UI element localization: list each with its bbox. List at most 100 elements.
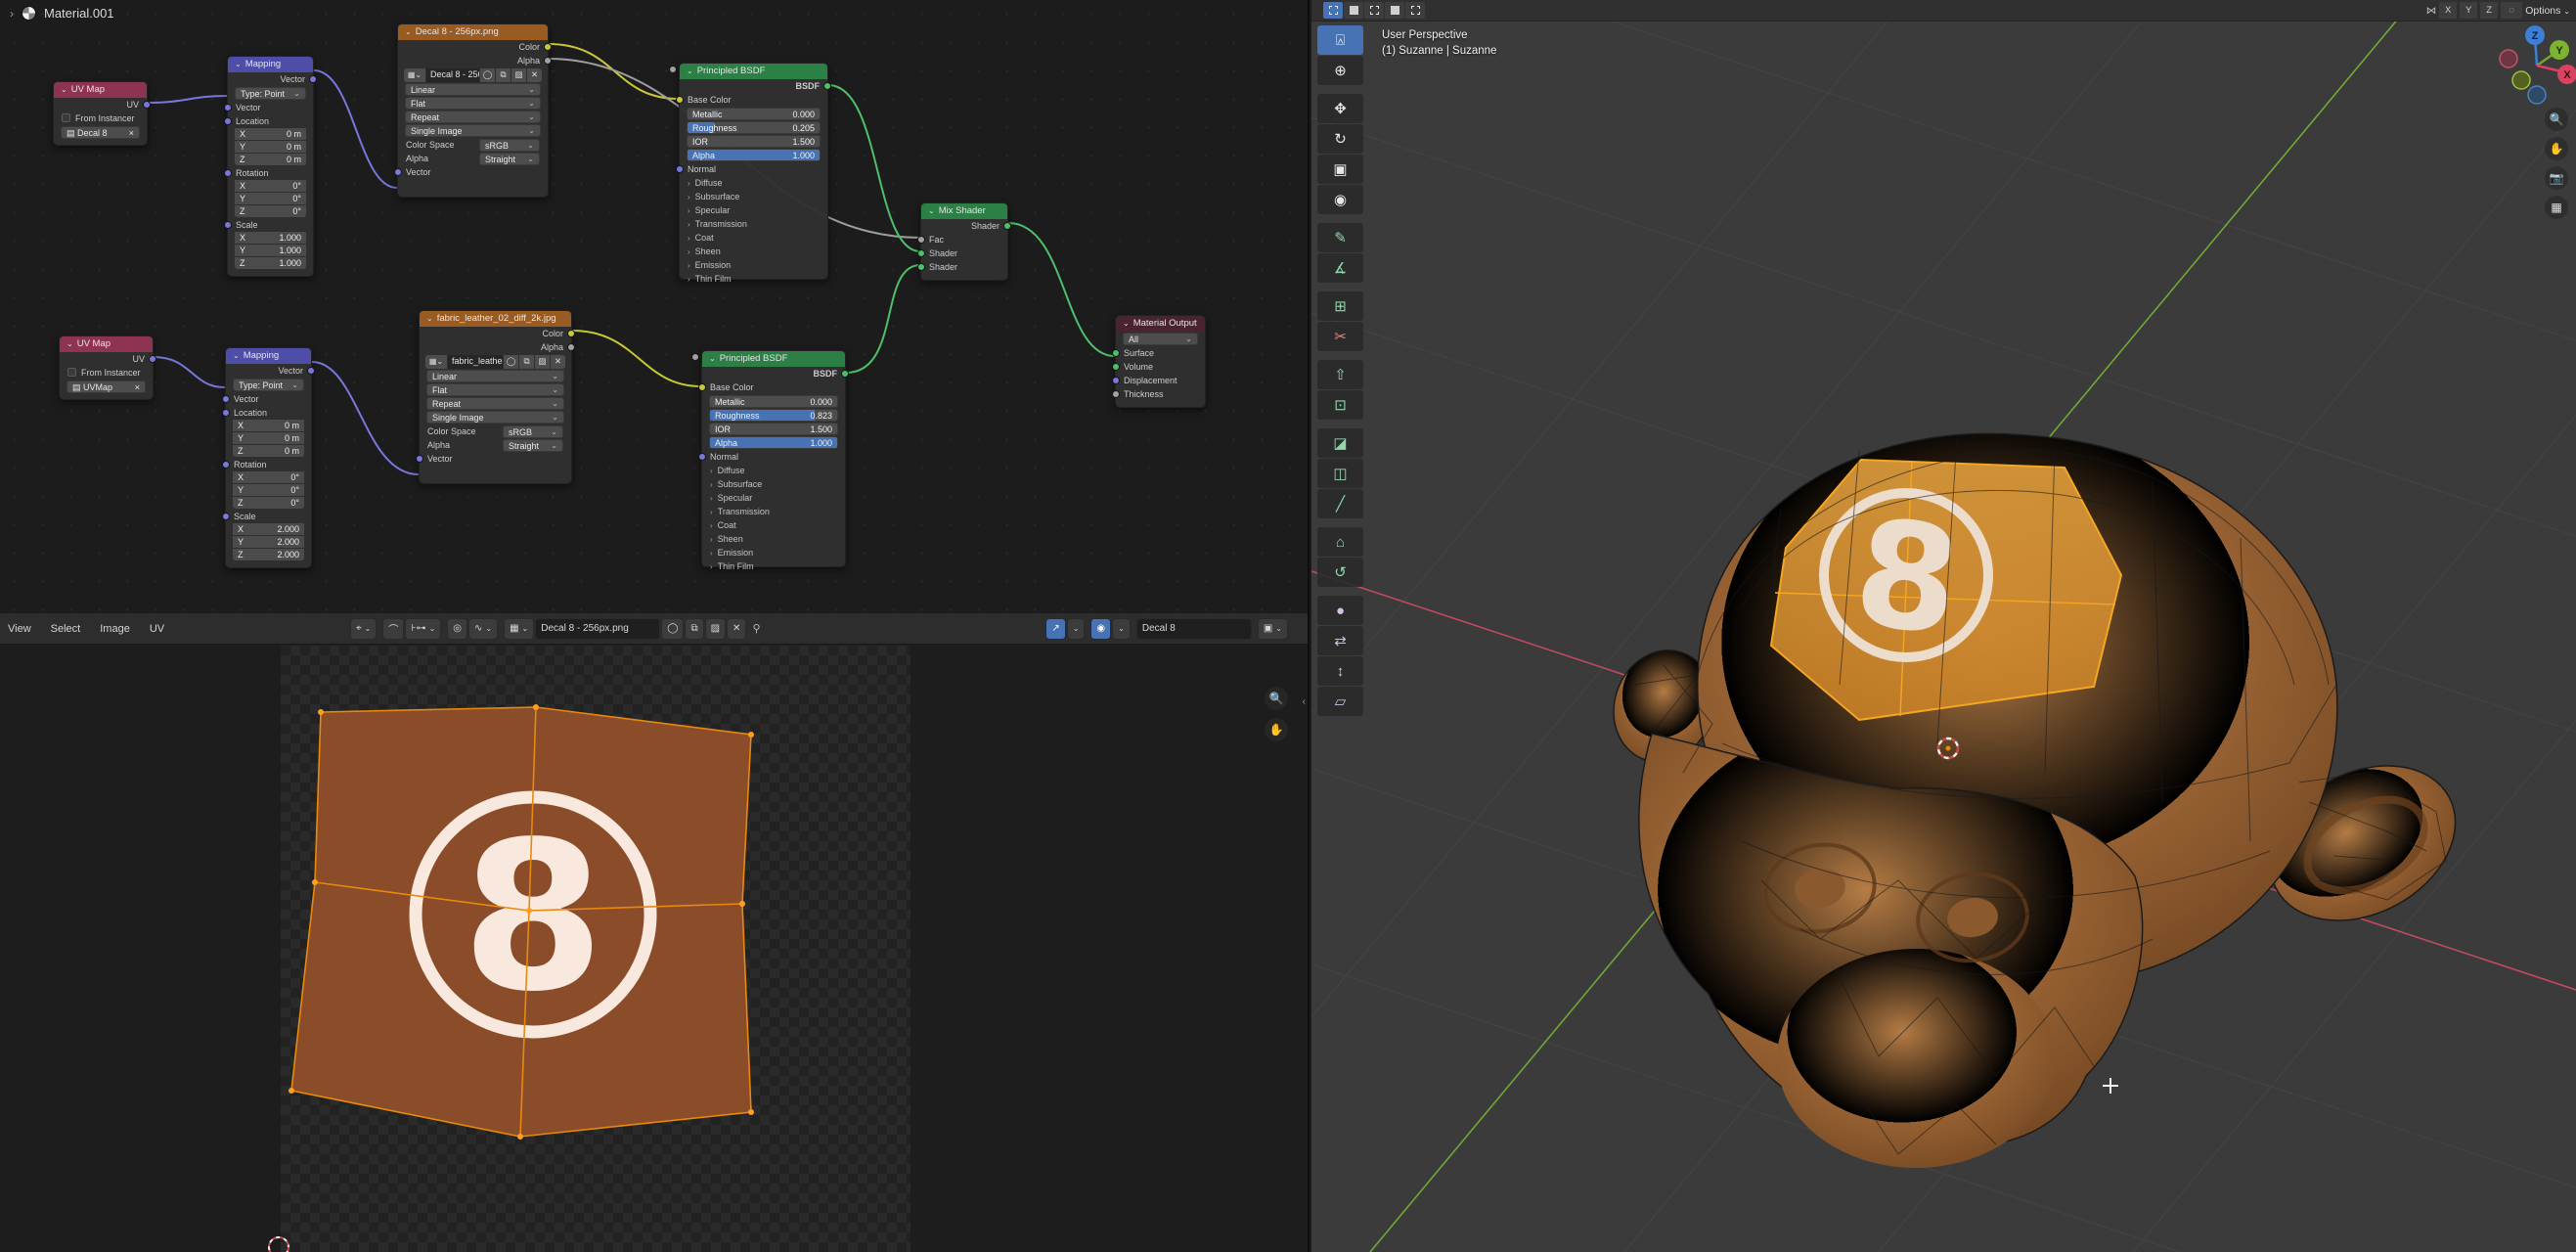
bsdf-section[interactable]: ›Specular: [680, 203, 827, 217]
projection-select[interactable]: Flat⌄: [426, 383, 564, 396]
from-instancer-checkbox[interactable]: [67, 368, 76, 377]
tool-inset-faces[interactable]: ⊡: [1317, 390, 1363, 420]
scale-field[interactable]: Z1.000: [235, 257, 306, 269]
select-mode-invert[interactable]: [1385, 2, 1404, 19]
bsdf-section[interactable]: ›Diffuse: [680, 176, 827, 190]
socket-alpha-out[interactable]: [567, 343, 575, 351]
metallic-slider[interactable]: Metallic0.000: [687, 108, 821, 120]
bsdf-section[interactable]: ›Subsurface: [702, 477, 845, 491]
socket-scale-in[interactable]: [222, 513, 230, 520]
socket-vector-in[interactable]: [416, 455, 423, 463]
pan-hand-icon[interactable]: ✋: [2545, 137, 2568, 160]
roughness-slider[interactable]: Roughness0.823: [709, 409, 838, 422]
tool-measure[interactable]: ∡: [1317, 253, 1363, 283]
bsdf-section[interactable]: ›Subsurface: [680, 190, 827, 203]
gizmos-dropdown[interactable]: ⌄: [1067, 618, 1086, 640]
pivot-point-button[interactable]: ⌖ ⌄: [350, 618, 377, 640]
mirror-z-button[interactable]: Z: [2480, 2, 2498, 19]
snap-target-button[interactable]: ⊦⊶ ⌄: [405, 618, 441, 640]
uvmap-select[interactable]: ▤ Decal 8×: [61, 126, 140, 139]
roughness-slider[interactable]: Roughness0.205: [687, 121, 821, 134]
snap-falloff-icon[interactable]: ◌: [2501, 2, 2522, 19]
socket-displacement-in[interactable]: [1112, 377, 1120, 384]
select-mode-subtract[interactable]: [1364, 2, 1384, 19]
rotation-field[interactable]: X0°: [233, 471, 304, 483]
socket-location-in[interactable]: [222, 409, 230, 417]
rotation-field[interactable]: Y0°: [233, 484, 304, 496]
from-instancer-checkbox[interactable]: [62, 113, 70, 122]
falloff-curve-button[interactable]: ∿ ⌄: [468, 618, 498, 640]
interpolation-select[interactable]: Linear⌄: [405, 83, 541, 96]
tool-move[interactable]: ✥: [1317, 94, 1363, 123]
socket-shader-out[interactable]: [1003, 222, 1011, 230]
tool-bevel[interactable]: ◪: [1317, 428, 1363, 458]
socket-vector-out[interactable]: [309, 75, 317, 83]
tool-rotate[interactable]: ↻: [1317, 124, 1363, 154]
zoom-in-icon[interactable]: 🔍: [1265, 687, 1288, 710]
menu-select[interactable]: Select: [41, 623, 91, 635]
pan-hand-icon[interactable]: ✋: [1265, 718, 1288, 741]
bsdf-section[interactable]: ›Specular: [702, 491, 845, 505]
socket-vector-in[interactable]: [394, 168, 402, 176]
menu-uv[interactable]: UV: [140, 623, 174, 635]
select-mode-set[interactable]: [1323, 2, 1343, 19]
tool-edge-slide[interactable]: ⇄: [1317, 626, 1363, 655]
tool-shrink-fatten[interactable]: ↕: [1317, 656, 1363, 686]
bsdf-section[interactable]: ›Sheen: [680, 245, 827, 258]
scale-field[interactable]: Z2.000: [233, 549, 304, 560]
bsdf-section[interactable]: ›Emission: [702, 546, 845, 559]
options-dropdown[interactable]: Options ⌄: [2525, 5, 2570, 17]
uv-canvas[interactable]: 8 🔍 ✋: [0, 646, 1310, 1252]
extension-select[interactable]: Repeat⌄: [426, 397, 564, 410]
node-principled-bsdf-1[interactable]: ⌄Principled BSDF BSDF Base Color Metalli…: [679, 63, 828, 280]
menu-view[interactable]: View: [0, 623, 41, 635]
socket-vector-out[interactable]: [307, 367, 315, 375]
mirror-x-button[interactable]: X: [2439, 2, 2457, 19]
socket-volume-in[interactable]: [1112, 363, 1120, 371]
location-field[interactable]: Y0 m: [233, 432, 304, 444]
scale-field[interactable]: Y2.000: [233, 536, 304, 548]
mapping-type-select[interactable]: Type: Point⌄: [235, 87, 306, 100]
rotation-field[interactable]: Z0°: [233, 497, 304, 509]
node-mix-shader[interactable]: ⌄Mix Shader Shader Fac Shader Shader: [920, 202, 1008, 281]
node-uv-map-2[interactable]: ⌄UV Map UV From Instancer ▤ UVMap×: [59, 335, 154, 400]
scale-field[interactable]: X2.000: [233, 523, 304, 535]
tool-annotate[interactable]: ✎: [1317, 223, 1363, 252]
bsdf-section[interactable]: ›Emission: [680, 258, 827, 272]
alpha-mode-select[interactable]: Straight⌄: [479, 153, 540, 165]
display-channels-icon[interactable]: ▣ ⌄: [1258, 618, 1288, 640]
copy-icon[interactable]: ⧉: [496, 68, 511, 82]
tool-select-box[interactable]: ⍓: [1317, 25, 1363, 55]
tool-spin[interactable]: ↺: [1317, 558, 1363, 587]
image-name-field[interactable]: fabric_leather_0...: [448, 355, 503, 369]
location-field[interactable]: X0 m: [233, 420, 304, 431]
node-uv-map-1[interactable]: ⌄UV Map UV From Instancer ▤ Decal 8×: [53, 81, 148, 146]
tool-transform[interactable]: ◉: [1317, 185, 1363, 214]
source-select[interactable]: Single Image⌄: [426, 411, 564, 424]
bsdf-section[interactable]: ›Coat: [680, 231, 827, 245]
uv-map-name-field[interactable]: Decal 8: [1136, 618, 1252, 640]
snap-magnet-icon[interactable]: ⌒: [382, 618, 404, 640]
socket-shader2-in[interactable]: [917, 263, 925, 271]
gizmos-toggle-icon[interactable]: ↗: [1045, 618, 1065, 640]
image-browse-icon[interactable]: ▦ ⌄: [504, 618, 534, 640]
menu-image[interactable]: Image: [90, 623, 140, 635]
overlays-dropdown[interactable]: ⌄: [1112, 618, 1131, 640]
tool-add-cube[interactable]: ⊞: [1317, 291, 1363, 321]
output-target-select[interactable]: All⌄: [1123, 333, 1198, 345]
node-mapping-2[interactable]: ⌄Mapping Vector Type: Point⌄ Vector Loca…: [225, 347, 312, 568]
socket-color-out[interactable]: [567, 330, 575, 337]
socket-rotation-in[interactable]: [224, 169, 232, 177]
location-field[interactable]: Z0 m: [233, 445, 304, 457]
image-name-field[interactable]: Decal 8 - 256px...: [426, 68, 479, 82]
bsdf-section[interactable]: ›Sheen: [702, 532, 845, 546]
socket-bsdf-out[interactable]: [841, 370, 849, 378]
projection-select[interactable]: Flat⌄: [405, 97, 541, 110]
location-field[interactable]: Y0 m: [235, 141, 306, 153]
socket-location-in[interactable]: [224, 117, 232, 125]
bsdf-section[interactable]: ›Thin Film: [702, 559, 845, 573]
scale-field[interactable]: X1.000: [235, 232, 306, 244]
fake-user-shield-icon[interactable]: ◯: [504, 355, 518, 369]
scale-field[interactable]: Y1.000: [235, 245, 306, 256]
socket-normal-in[interactable]: [698, 453, 706, 461]
